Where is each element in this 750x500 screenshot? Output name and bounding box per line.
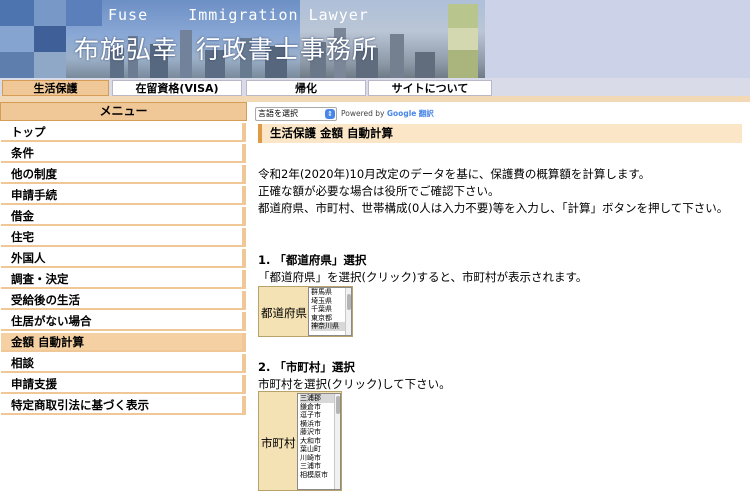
intro-line-1: 令和2年(2020年)10月改定のデータを基に、保護費の概算額を計算します。 — [258, 167, 651, 181]
prefecture-label: 都道府県 — [261, 306, 307, 320]
language-select-value: 言語を選択 — [258, 108, 298, 118]
sidebar-item-debt[interactable]: 借金 — [1, 207, 246, 226]
tab-welfare[interactable]: 生活保護 — [2, 80, 109, 96]
chevron-down-icon: ⇕ — [325, 108, 335, 119]
tab-visa[interactable]: 在留資格(VISA) — [112, 80, 242, 96]
tab-naturalization[interactable]: 帰化 — [246, 80, 366, 96]
header-banner: Fuse Immigration Lawyer 布施弘幸 行政書士事務所 — [0, 0, 750, 78]
prefecture-listbox[interactable]: 群馬県 埼玉県 千葉県 東京都 神奈川県 — [308, 287, 352, 336]
sidebar-item-application[interactable]: 申請手続 — [1, 186, 246, 205]
menu-header: メニュー — [0, 102, 247, 121]
scrollbar-thumb[interactable] — [347, 294, 351, 310]
sidebar-item-housing[interactable]: 住宅 — [1, 228, 246, 247]
city-label: 市町村 — [261, 436, 296, 450]
prefecture-select-box: 都道府県 群馬県 埼玉県 千葉県 東京都 神奈川県 — [258, 286, 353, 337]
powered-by-google[interactable]: Powered by Google 翻訳 — [341, 108, 434, 119]
sidebar-item-no-residence[interactable]: 住居がない場合 — [1, 312, 246, 331]
sidebar-item-other-systems[interactable]: 他の制度 — [1, 165, 246, 184]
translate-link[interactable]: 翻訳 — [419, 109, 434, 118]
banner-title-ja: 布施弘幸 行政書士事務所 — [74, 35, 378, 64]
page-title: 生活保護 金額 自動計算 — [258, 124, 742, 143]
intro-line-2: 正確な額が必要な場合は役所でご確認下さい。 — [258, 184, 500, 198]
city-listbox[interactable]: 三浦郡 鎌倉市 逗子市 横浜市 藤沢市 大和市 葉山町 川崎市 三浦市 相模原市 — [297, 393, 341, 490]
tab-about-site[interactable]: サイトについて — [368, 80, 492, 96]
sidebar: メニュー トップ 条件 他の制度 申請手続 借金 住宅 外国人 調査・決定 受給… — [0, 102, 247, 500]
google-translate-widget: 言語を選択 ⇕ Powered by Google 翻訳 — [255, 106, 434, 121]
section2-heading: 2. 「市町村」選択 — [258, 360, 355, 374]
section1-heading: 1. 「都道府県」選択 — [258, 253, 367, 267]
language-select[interactable]: 言語を選択 ⇕ — [255, 106, 337, 121]
section1-instruction: 「都道府県」を選択(クリック)すると、市町村が表示されます。 — [258, 270, 588, 284]
powered-by-text: Powered by — [341, 109, 385, 118]
sidebar-item-auto-calc[interactable]: 金額 自動計算 — [1, 333, 246, 352]
sidebar-item-investigation[interactable]: 調査・決定 — [1, 270, 246, 289]
city-scrollbar[interactable] — [334, 394, 340, 489]
sidebar-item-commerce-law[interactable]: 特定商取引法に基づく表示 — [1, 396, 246, 415]
sidebar-item-foreigners[interactable]: 外国人 — [1, 249, 246, 268]
sidebar-item-conditions[interactable]: 条件 — [1, 144, 246, 163]
prefecture-scrollbar[interactable] — [345, 288, 351, 335]
section2-instruction: 市町村を選択(クリック)して下さい。 — [258, 377, 451, 391]
sidebar-item-consultation[interactable]: 相談 — [1, 354, 246, 373]
sidebar-item-top[interactable]: トップ — [1, 123, 246, 142]
intro-line-3: 都道府県、市町村、世帯構成(0人は入力不要)等を入力し、「計算」ボタンを押して下… — [258, 201, 729, 215]
google-logo: Google — [386, 109, 417, 118]
scrollbar-thumb[interactable] — [336, 396, 340, 414]
sidebar-item-life-after[interactable]: 受給後の生活 — [1, 291, 246, 310]
banner-title-en: Fuse Immigration Lawyer — [108, 6, 369, 24]
city-select-box: 市町村 三浦郡 鎌倉市 逗子市 横浜市 藤沢市 大和市 葉山町 川崎市 三浦市 … — [258, 391, 342, 491]
banner-fade — [485, 0, 750, 78]
sidebar-item-support[interactable]: 申請支援 — [1, 375, 246, 394]
